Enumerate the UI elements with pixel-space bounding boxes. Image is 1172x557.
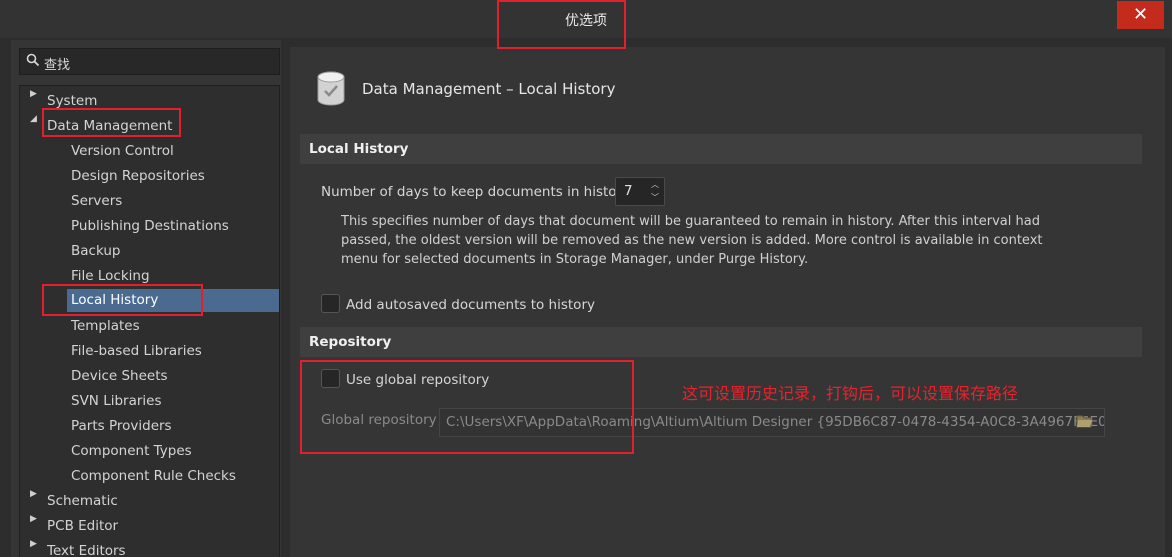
days-description: This specifies number of days that docum…: [341, 214, 1043, 267]
preferences-tree: ▶ System ◢ Data Management Version Contr…: [19, 85, 280, 557]
page-title: Data Management – Local History: [362, 80, 616, 98]
days-label: Number of days to keep documents in hist…: [321, 184, 631, 200]
tree-item-file-based-libraries[interactable]: File-based Libraries: [71, 340, 202, 362]
tree-item-backup[interactable]: Backup: [71, 240, 121, 262]
autosave-checkbox[interactable]: [321, 294, 340, 313]
search-value: 查找: [44, 58, 71, 73]
use-global-repo-checkbox[interactable]: [321, 369, 340, 388]
annotation-note: 这可设置历史记录，打钩后，可以设置保存路径: [682, 384, 1019, 403]
days-value[interactable]: 7: [624, 183, 633, 199]
search-input[interactable]: 查找: [19, 48, 280, 75]
collapse-arrow-icon[interactable]: ◢: [30, 114, 40, 136]
tree-item-local-history[interactable]: Local History: [67, 289, 279, 312]
days-stepper[interactable]: 7 ︿ ﹀: [615, 177, 665, 206]
tree-item-device-sheets[interactable]: Device Sheets: [71, 365, 168, 387]
expand-arrow-icon[interactable]: ▶: [30, 539, 40, 557]
tree-item-component-types[interactable]: Component Types: [71, 440, 192, 462]
tree-item-publishing-destinations[interactable]: Publishing Destinations: [71, 215, 229, 237]
tree-item-pcb-editor[interactable]: PCB Editor: [47, 515, 118, 537]
tree-item-text-editors[interactable]: Text Editors: [47, 540, 126, 557]
expand-arrow-icon[interactable]: ▶: [30, 489, 40, 511]
section-repository: Repository: [300, 327, 1142, 357]
title-bar: 优选项 ✕: [0, 0, 1172, 38]
global-repo-field[interactable]: C:\Users\XF\AppData\Roaming\Altium\Altiu…: [439, 408, 1105, 437]
global-repo-label: Global repository: [321, 412, 437, 428]
folder-icon[interactable]: [1075, 412, 1093, 430]
tree-item-version-control[interactable]: Version Control: [71, 140, 174, 162]
tree-item-design-repositories[interactable]: Design Repositories: [71, 165, 205, 187]
use-global-repo-label: Use global repository: [346, 372, 490, 388]
autosave-label: Add autosaved documents to history: [346, 297, 595, 313]
chevron-up-icon[interactable]: ︿: [647, 179, 663, 191]
expand-arrow-icon[interactable]: ▶: [30, 514, 40, 536]
tree-item-system[interactable]: System: [47, 90, 97, 112]
tree-item-data-management[interactable]: Data Management: [47, 115, 172, 137]
window-title: 优选项: [565, 13, 607, 29]
tree-item-file-locking[interactable]: File Locking: [71, 265, 150, 287]
tree-item-templates[interactable]: Templates: [71, 315, 140, 337]
chevron-down-icon[interactable]: ﹀: [647, 192, 663, 204]
expand-arrow-icon[interactable]: ▶: [30, 89, 40, 111]
search-icon: [26, 53, 40, 67]
tree-item-parts-providers[interactable]: Parts Providers: [71, 415, 172, 437]
database-icon: [317, 71, 345, 106]
close-button[interactable]: ✕: [1117, 1, 1164, 29]
tree-item-schematic[interactable]: Schematic: [47, 490, 118, 512]
tree-item-servers[interactable]: Servers: [71, 190, 122, 212]
section-local-history: Local History: [300, 134, 1142, 164]
tree-item-svn-libraries[interactable]: SVN Libraries: [71, 390, 162, 412]
tree-item-component-rule-checks[interactable]: Component Rule Checks: [71, 465, 236, 487]
